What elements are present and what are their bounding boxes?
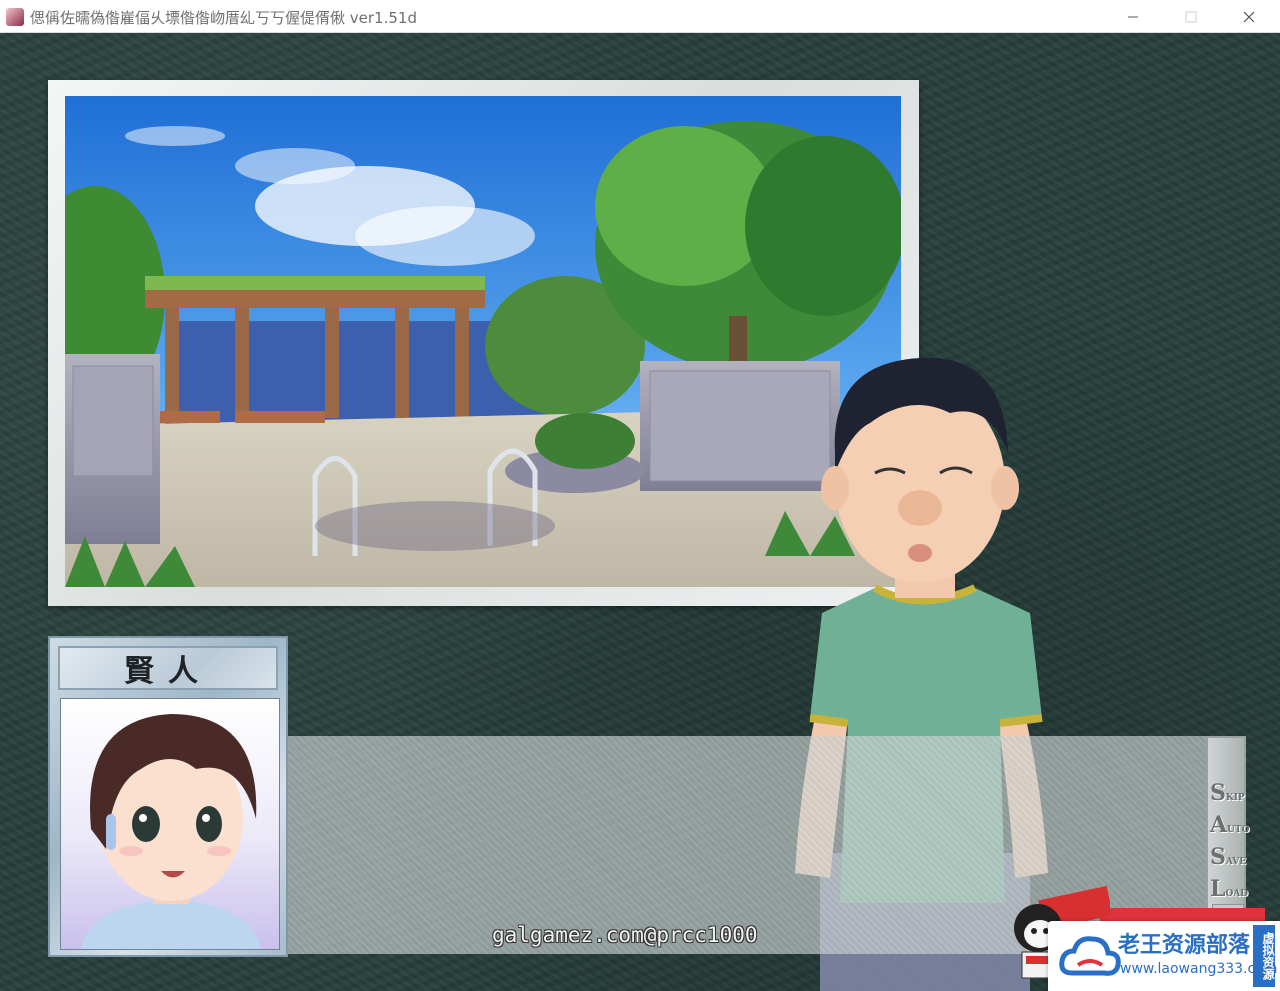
minimize-icon bbox=[1128, 16, 1138, 17]
speaker-portrait bbox=[60, 698, 280, 950]
park-background-image bbox=[65, 96, 901, 587]
app-icon bbox=[6, 8, 24, 26]
save-label-rest: AVE bbox=[1225, 857, 1247, 867]
watermark-text: galgamez.com@prcc1000 bbox=[492, 923, 758, 947]
skip-label-rest: KIP bbox=[1225, 793, 1245, 803]
auto-label-initial: A bbox=[1210, 812, 1228, 838]
speaker-name: 賢人 bbox=[124, 654, 212, 689]
auto-button[interactable]: A UTO bbox=[1210, 808, 1249, 838]
load-label-rest: OAD bbox=[1225, 889, 1249, 899]
minimize-button[interactable] bbox=[1104, 0, 1162, 33]
window-title: 偲偁佐曘偽偺嵟偪乆墂偺偺岉厝乣丂丂偓偍偦偢 ver1.51d bbox=[30, 9, 417, 27]
save-button[interactable]: S AVE bbox=[1210, 840, 1247, 870]
logo-name: 老王资源部落 bbox=[1118, 933, 1251, 958]
side-menu: S KIP A UTO S AVE L OAD bbox=[1206, 736, 1249, 926]
close-button[interactable] bbox=[1220, 0, 1278, 33]
speaker-name-plate: 賢人 bbox=[58, 646, 278, 690]
skip-label-initial: S bbox=[1210, 780, 1226, 806]
maximize-icon bbox=[1185, 11, 1197, 22]
speaker-portrait-frame: 賢人 bbox=[48, 636, 288, 957]
auto-label-rest: UTO bbox=[1227, 825, 1250, 835]
site-logo-badge: 老王资源部落 www.laowang333.com 虚拟资源 bbox=[1048, 921, 1280, 991]
game-screen[interactable]: 賢人 S KIP A UTO S AVE L OAD galgamez.com@… bbox=[0, 33, 1280, 991]
decorative-strip bbox=[1100, 908, 1265, 922]
close-icon bbox=[1243, 11, 1255, 22]
load-label-initial: L bbox=[1210, 876, 1226, 902]
window-titlebar: 偲偁佐曘偽偺嵟偪乆墂偺偺岉厝乣丂丂偓偍偦偢 ver1.51d bbox=[0, 0, 1280, 33]
maximize-button[interactable] bbox=[1162, 0, 1220, 33]
skip-button[interactable]: S KIP bbox=[1210, 776, 1245, 806]
load-button[interactable]: L OAD bbox=[1210, 872, 1248, 902]
logo-tag: 虚拟资源 bbox=[1253, 925, 1275, 987]
save-label-initial: S bbox=[1210, 844, 1226, 870]
cloud-icon bbox=[1059, 936, 1121, 976]
